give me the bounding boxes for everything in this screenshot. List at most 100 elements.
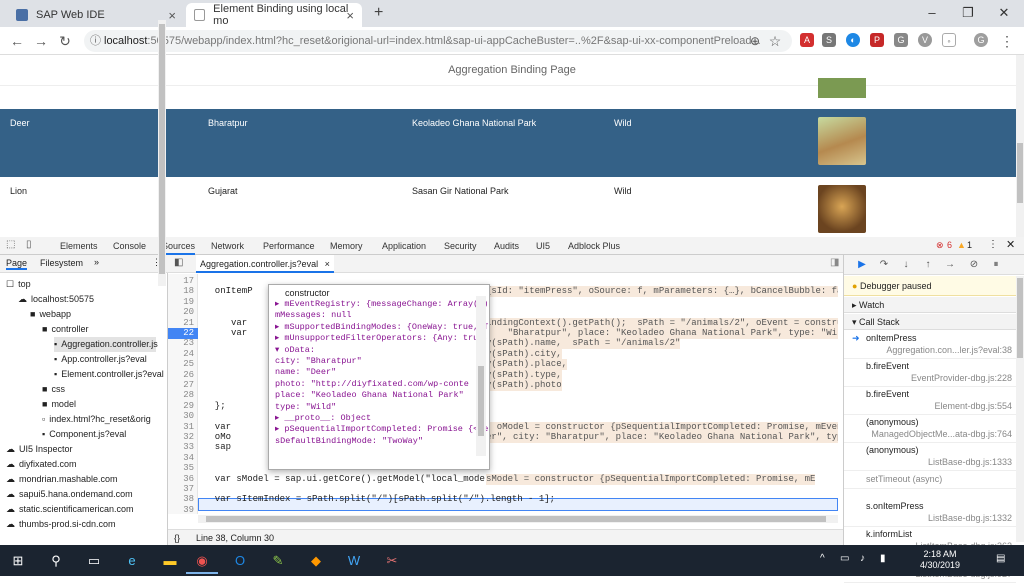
tab-sources[interactable]: Sources	[162, 237, 196, 255]
devtools-menu-icon[interactable]: ⋮	[988, 239, 998, 250]
adblock-extension-icon[interactable]: A	[800, 33, 814, 47]
close-window-button[interactable]: ✕	[986, 2, 1022, 24]
browser-tab-element-binding[interactable]: Element Binding using local mo ×	[186, 3, 362, 27]
popover-property[interactable]: city: "Bharatpur"	[275, 356, 362, 367]
popover-property[interactable]: sDefaultBindingMode: "TwoWay"	[275, 436, 423, 447]
tab-performance[interactable]: Performance	[263, 237, 315, 255]
notepad-plus-icon[interactable]: ✎	[262, 547, 294, 574]
deactivate-breakpoints-icon[interactable]: ⊘	[966, 258, 982, 272]
tab-console[interactable]: Console	[113, 237, 146, 255]
tab-page[interactable]: Page	[6, 258, 28, 270]
editor-tab[interactable]: Aggregation.controller.js?eval ×	[196, 255, 334, 273]
inspect-element-icon[interactable]: ⬚	[6, 239, 15, 250]
line-number[interactable]: 33	[168, 442, 194, 453]
pretty-print-icon[interactable]: {}	[174, 530, 180, 546]
tree-item[interactable]: ■ css	[42, 382, 156, 397]
line-number[interactable]: 21	[168, 318, 194, 329]
navigator-scrollbar[interactable]	[158, 20, 166, 286]
ui5-extension-icon[interactable]: ◦	[942, 33, 956, 47]
tab-security[interactable]: Security	[444, 237, 477, 255]
line-number[interactable]: 39	[168, 505, 194, 516]
tree-item[interactable]: ▫ index.html?hc_reset&orig	[42, 412, 156, 427]
step-icon[interactable]: →	[942, 258, 958, 272]
step-out-icon[interactable]: ↑	[920, 258, 936, 272]
line-number[interactable]: 17	[168, 276, 194, 287]
call-stack-frame[interactable]: (anonymous) ListBase-dbg.js:1333	[844, 443, 1016, 471]
line-number-gutter[interactable]: 17 18 19 20 21 22 23 24 25 26 27 28 29 30 31 32 33 34 35 36…	[168, 274, 198, 516]
bookmark-star-icon[interactable]: ☆	[764, 30, 786, 52]
task-view-icon[interactable]: ▭	[78, 547, 110, 574]
new-tab-button[interactable]: +	[374, 4, 383, 22]
battery-icon[interactable]: ▮	[880, 553, 886, 564]
page-scrollbar[interactable]	[1016, 55, 1024, 237]
notification-icon[interactable]: ▤	[996, 553, 1005, 564]
tab-audits[interactable]: Audits	[494, 237, 519, 255]
tree-item[interactable]: ■ webapp	[30, 307, 156, 322]
tree-item[interactable]: ☁ sapui5.hana.ondemand.com	[6, 487, 156, 502]
line-number[interactable]: 24	[168, 349, 194, 360]
tab-elements[interactable]: Elements	[60, 237, 98, 255]
tree-item[interactable]: ▪ App.controller.js?eval	[54, 352, 156, 367]
more-tabs-icon[interactable]: »	[94, 257, 99, 267]
toggle-debugger-icon[interactable]: ◨	[830, 257, 839, 268]
tree-item[interactable]: ■ model	[42, 397, 156, 412]
step-over-icon[interactable]: ↷	[876, 258, 892, 272]
tree-item[interactable]: ▪ Element.controller.js?eval	[54, 367, 164, 382]
tab-memory[interactable]: Memory	[330, 237, 363, 255]
call-stack-frame[interactable]: b.fireEvent Element-dbg.js:554	[844, 387, 1016, 415]
forward-arrow-icon[interactable]: →	[30, 30, 52, 52]
call-stack-frame[interactable]: (anonymous) ManagedObjectMe...ata-dbg.js:…	[844, 415, 1016, 443]
debugger-scrollbar[interactable]	[1016, 276, 1024, 542]
line-number[interactable]: 20	[168, 307, 194, 318]
call-stack-frame[interactable]: setTimeout (async)	[844, 471, 1016, 489]
line-number[interactable]: 32	[168, 432, 194, 443]
tree-item[interactable]: ▪ Component.js?eval	[42, 427, 156, 442]
reload-icon[interactable]: ↻	[54, 30, 76, 52]
line-number[interactable]: 38	[168, 494, 194, 505]
device-toolbar-icon[interactable]: ▯	[26, 239, 32, 250]
call-stack-frame[interactable]: b.fireEvent EventProvider-dbg.js:228	[844, 359, 1016, 387]
resume-icon[interactable]: ▶	[854, 258, 870, 272]
pause-on-exceptions-icon[interactable]: ⏸	[988, 258, 1004, 272]
snipping-tool-icon[interactable]: ✂	[376, 547, 408, 574]
line-number[interactable]: 34	[168, 453, 194, 464]
line-number[interactable]: 31	[168, 422, 194, 433]
step-into-icon[interactable]: ↓	[898, 258, 914, 272]
variable-hover-popover[interactable]: constructor ▸ mEventRegistry: {messageCh…	[268, 284, 490, 470]
watch-section-header[interactable]: ▸ Watch	[844, 297, 1016, 313]
tree-item[interactable]: ☁ UI5 Inspector	[6, 442, 156, 457]
editor-horizontal-scrollbar[interactable]	[198, 515, 838, 523]
popover-property[interactable]: place: "Keoladeo Ghana National Park"	[275, 390, 464, 401]
tab-network[interactable]: Network	[211, 237, 244, 255]
close-tab-icon[interactable]: ×	[346, 8, 354, 23]
error-icon[interactable]: ⊗	[936, 240, 944, 251]
warning-icon[interactable]: ▲	[957, 240, 966, 250]
edge-browser-icon[interactable]: e	[116, 547, 148, 574]
tab-filesystem[interactable]: Filesystem	[40, 258, 83, 268]
table-row[interactable]: Lion Gujarat Sasan Gir National Park Wil…	[0, 177, 1016, 237]
chrome-icon[interactable]: ◉	[186, 547, 218, 574]
popover-property[interactable]: photo: "http://diyfixated.com/wp-conte	[275, 379, 469, 390]
pdf-extension-icon[interactable]: P	[870, 33, 884, 47]
tree-item[interactable]: ☁ thumbs-prod.si-cdn.com	[6, 517, 156, 532]
popover-property[interactable]: ▸ mUnsupportedFilterOperators: {Any: tru…	[275, 333, 488, 344]
table-row[interactable]: Deer Bharatpur Keoladeo Ghana National P…	[0, 109, 1016, 177]
address-bar[interactable]: ⓘ localhost:50575/webapp/index.html?hc_r…	[84, 30, 792, 52]
taskbar-clock[interactable]: 2:18 AM 4/30/2019	[900, 549, 980, 571]
word-icon[interactable]: W	[338, 547, 370, 574]
line-number[interactable]: 36	[168, 474, 194, 485]
tree-item[interactable]: ☁ diyfixated.com	[6, 457, 156, 472]
system-tray-chevron-icon[interactable]: ^	[820, 553, 825, 564]
profile-avatar-icon[interactable]: G	[974, 33, 988, 47]
line-number[interactable]: 19	[168, 297, 194, 308]
tab-ui5[interactable]: UI5	[536, 237, 550, 255]
tree-item[interactable]: ☐ top	[6, 277, 156, 292]
outlook-icon[interactable]: O	[224, 547, 256, 574]
paint-icon[interactable]: ◆	[300, 547, 332, 574]
call-stack-section-header[interactable]: ▾ Call Stack	[844, 314, 1016, 330]
popover-property[interactable]: ▸ __proto__: Object	[275, 413, 371, 424]
close-tab-icon[interactable]: ×	[168, 8, 176, 23]
tree-item[interactable]: ■ controller	[42, 322, 156, 337]
close-devtools-icon[interactable]: ✕	[1006, 238, 1015, 251]
grammar-extension-icon[interactable]: G	[894, 33, 908, 47]
